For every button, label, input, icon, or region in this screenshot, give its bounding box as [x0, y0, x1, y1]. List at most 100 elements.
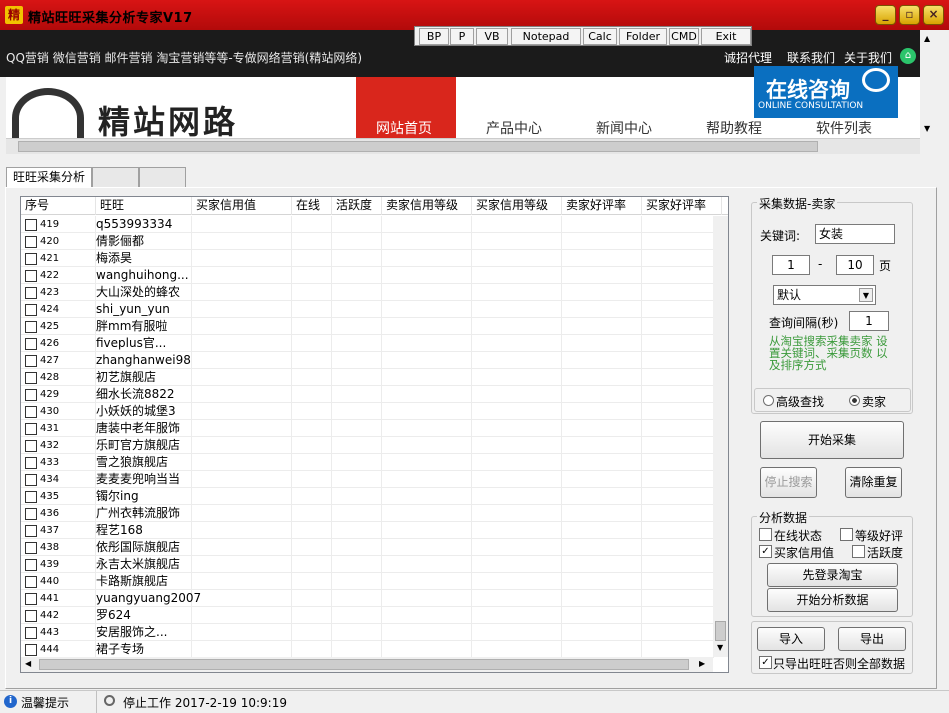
- about-link[interactable]: 关于我们: [844, 49, 892, 66]
- row-checkbox[interactable]: [25, 270, 37, 282]
- table-row[interactable]: 442 罗624: [21, 607, 714, 624]
- stop-search-button[interactable]: 停止搜索: [760, 467, 817, 498]
- minimize-button[interactable]: _: [875, 5, 896, 25]
- export-only-ww-checkbox[interactable]: ✓: [759, 656, 772, 669]
- page-from-input[interactable]: 1: [772, 255, 810, 275]
- table-row[interactable]: 436 广州衣韩流服饰: [21, 505, 714, 522]
- toolbar-notepad-button[interactable]: Notepad: [511, 28, 581, 45]
- online-checkbox[interactable]: [759, 528, 772, 541]
- table-row[interactable]: 428 初艺旗舰店: [21, 369, 714, 386]
- col-buyer-rate[interactable]: 买家好评率: [642, 197, 722, 215]
- row-checkbox[interactable]: [25, 423, 37, 435]
- radio-seller[interactable]: [849, 395, 860, 406]
- scroll-down-icon[interactable]: ▼: [717, 643, 723, 652]
- table-row[interactable]: 420 倩影俪都: [21, 233, 714, 250]
- table-row[interactable]: 423 大山深处的蜂农: [21, 284, 714, 301]
- table-row[interactable]: 427 zhanghanwei98: [21, 352, 714, 369]
- table-row[interactable]: 444 裙子专场: [21, 641, 714, 658]
- page-to-input[interactable]: 10: [836, 255, 874, 275]
- start-analysis-button[interactable]: 开始分析数据: [767, 588, 898, 612]
- table-row[interactable]: 440 卡路斯旗舰店: [21, 573, 714, 590]
- toolbar-p-button[interactable]: P: [450, 28, 474, 45]
- scroll-down-icon[interactable]: ▼: [924, 124, 930, 133]
- start-collect-button[interactable]: 开始采集: [760, 421, 904, 459]
- table-row[interactable]: 438 依彤国际旗舰店: [21, 539, 714, 556]
- table-row[interactable]: 432 乐町官方旗舰店: [21, 437, 714, 454]
- table-row[interactable]: 419 q553993334: [21, 216, 714, 233]
- table-row[interactable]: 429 细水长流8822: [21, 386, 714, 403]
- online-consult-banner[interactable]: 在线咨询 ONLINE CONSULTATION: [754, 66, 898, 118]
- col-activity[interactable]: 活跃度: [332, 197, 382, 215]
- table-row[interactable]: 424 shi_yun_yun: [21, 301, 714, 318]
- col-online[interactable]: 在线: [292, 197, 332, 215]
- col-seller-level[interactable]: 卖家信用等级: [382, 197, 472, 215]
- table-row[interactable]: 422 wanghuihong...: [21, 267, 714, 284]
- grid-horizontal-scrollbar[interactable]: ◀ ▶: [21, 657, 713, 672]
- keyword-input[interactable]: 女装: [815, 224, 895, 244]
- results-grid[interactable]: 序号 旺旺 买家信用值 在线 活跃度 卖家信用等级 买家信用等级 卖家好评率 买…: [20, 196, 729, 673]
- row-checkbox[interactable]: [25, 542, 37, 554]
- recruit-link[interactable]: 诚招代理: [724, 49, 772, 66]
- buyer-credit-checkbox[interactable]: ✓: [759, 545, 772, 558]
- toolbar-cmd-button[interactable]: CMD: [669, 28, 699, 45]
- tab-2[interactable]: [92, 167, 139, 187]
- table-row[interactable]: 443 安居服饰之...: [21, 624, 714, 641]
- row-checkbox[interactable]: [25, 219, 37, 231]
- row-checkbox[interactable]: [25, 304, 37, 316]
- row-checkbox[interactable]: [25, 525, 37, 537]
- rating-checkbox[interactable]: [840, 528, 853, 541]
- activity-checkbox[interactable]: [852, 545, 865, 558]
- nav-products[interactable]: 产品中心: [486, 118, 542, 138]
- row-checkbox[interactable]: [25, 372, 37, 384]
- chevron-down-icon[interactable]: ▼: [859, 288, 873, 302]
- table-row[interactable]: 421 梅添昊: [21, 250, 714, 267]
- nav-software[interactable]: 软件列表: [816, 118, 872, 138]
- table-row[interactable]: 433 雪之狼旗舰店: [21, 454, 714, 471]
- nav-help[interactable]: 帮助教程: [706, 118, 762, 138]
- home-icon[interactable]: ⌂: [900, 48, 916, 64]
- web-top-links[interactable]: QQ营销 微信营销 邮件营销 淘宝营销等等-专做网络营销(精站网络): [6, 49, 362, 66]
- login-taobao-button[interactable]: 先登录淘宝: [767, 563, 898, 587]
- import-button[interactable]: 导入: [757, 627, 825, 651]
- close-button[interactable]: ×: [923, 5, 944, 25]
- nav-home[interactable]: 网站首页: [376, 118, 432, 138]
- export-button[interactable]: 导出: [838, 627, 906, 651]
- col-seller-rate[interactable]: 卖家好评率: [562, 197, 642, 215]
- row-checkbox[interactable]: [25, 321, 37, 333]
- scroll-left-icon[interactable]: ◀: [25, 659, 31, 668]
- row-checkbox[interactable]: [25, 627, 37, 639]
- row-checkbox[interactable]: [25, 576, 37, 588]
- row-checkbox[interactable]: [25, 236, 37, 248]
- scroll-right-icon[interactable]: ▶: [699, 659, 705, 668]
- interval-input[interactable]: 1: [849, 311, 889, 331]
- row-checkbox[interactable]: [25, 491, 37, 503]
- table-row[interactable]: 430 小妖妖的城堡3: [21, 403, 714, 420]
- row-checkbox[interactable]: [25, 508, 37, 520]
- row-checkbox[interactable]: [25, 644, 37, 656]
- row-checkbox[interactable]: [25, 338, 37, 350]
- table-row[interactable]: 426 fiveplus官...: [21, 335, 714, 352]
- row-checkbox[interactable]: [25, 457, 37, 469]
- row-checkbox[interactable]: [25, 406, 37, 418]
- table-row[interactable]: 425 胖mm有服啦: [21, 318, 714, 335]
- web-hscroll-thumb[interactable]: [18, 141, 818, 152]
- web-horizontal-scrollbar[interactable]: [6, 138, 920, 154]
- grid-vscroll-thumb[interactable]: [715, 621, 726, 641]
- toolbar-bp-button[interactable]: BP: [419, 28, 449, 45]
- clear-duplicates-button[interactable]: 清除重复: [845, 467, 902, 498]
- row-checkbox[interactable]: [25, 253, 37, 265]
- tab-3[interactable]: [139, 167, 186, 187]
- grid-hscroll-thumb[interactable]: [39, 659, 689, 670]
- col-wangwang[interactable]: 旺旺: [96, 197, 192, 215]
- row-checkbox[interactable]: [25, 440, 37, 452]
- row-checkbox[interactable]: [25, 355, 37, 367]
- table-row[interactable]: 441 yuangyuang2007: [21, 590, 714, 607]
- radio-advanced[interactable]: [763, 395, 774, 406]
- col-no[interactable]: 序号: [21, 197, 96, 215]
- toolbar-calc-button[interactable]: Calc: [583, 28, 617, 45]
- tab-wangwang-analysis[interactable]: 旺旺采集分析: [6, 167, 92, 187]
- row-checkbox[interactable]: [25, 287, 37, 299]
- table-row[interactable]: 437 程艺168: [21, 522, 714, 539]
- toolbar-exit-button[interactable]: Exit: [701, 28, 751, 45]
- web-vertical-scrollbar[interactable]: ▲ ▼: [920, 30, 936, 138]
